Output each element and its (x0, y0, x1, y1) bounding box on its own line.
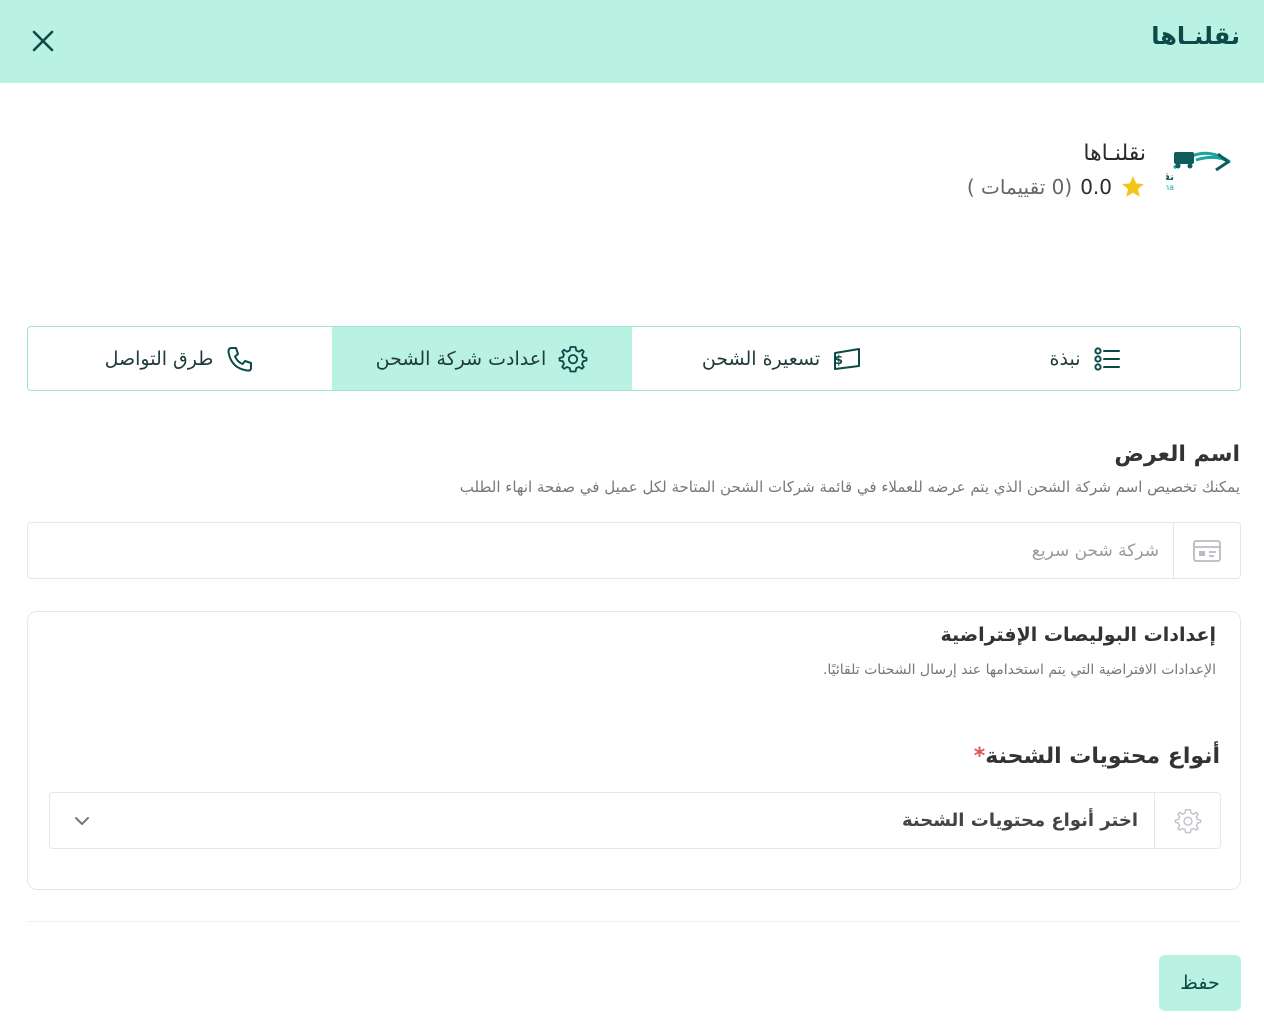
close-icon[interactable] (30, 28, 56, 54)
field-icon-box (1173, 523, 1240, 578)
chevron-down-icon[interactable] (50, 815, 114, 827)
company-logo: نقلناها Naqlnaha (1166, 151, 1231, 192)
list-icon (1094, 346, 1121, 371)
tab-label: تسعيرة الشحن (701, 347, 821, 370)
contents-type-label: أنواع محتويات الشحنة* (974, 744, 1220, 769)
tab-label: نبذة (1049, 347, 1081, 370)
star-icon (1122, 176, 1144, 197)
rating: 0.0 (0 تقييمات ) (967, 174, 1146, 200)
tab-about[interactable]: نبذة (932, 327, 1240, 390)
contents-type-label-text: أنواع محتويات الشحنة (985, 744, 1220, 769)
modal-header: نقلنـاها (0, 0, 1264, 83)
display-name-title: اسم العرض (1114, 442, 1240, 467)
tab-label: اعدادت شركة الشحن (375, 347, 547, 370)
gear-icon (1174, 808, 1201, 833)
phone-icon (227, 346, 253, 372)
display-name-input[interactable] (28, 523, 1173, 578)
tab-bar: نبذة $ تسعيرة الشحن اعدادت شركة الشحن طر… (27, 326, 1241, 391)
logo-text: نقلناها (1166, 172, 1174, 183)
modal-title: نقلنـاها (1151, 22, 1240, 50)
contents-type-select[interactable]: اختر أنواع محتويات الشحنة (49, 792, 1221, 849)
select-placeholder: اختر أنواع محتويات الشحنة (901, 810, 1138, 831)
save-button[interactable]: حفظ (1159, 955, 1241, 1011)
policy-defaults-card: إعدادات البوليصات الإفتراضية الإعدادات ا… (27, 611, 1241, 890)
display-name-field (27, 522, 1241, 579)
required-mark: * (973, 744, 986, 769)
id-card-icon (1193, 539, 1221, 562)
svg-text:$: $ (835, 353, 843, 367)
policy-title: إعدادات البوليصات الإفتراضية (940, 624, 1216, 646)
company-name: نقلنـاها (1083, 141, 1146, 166)
logo-subtext: Naqlnaha (1166, 183, 1174, 192)
rating-count: (0 تقييمات ) (966, 175, 1073, 199)
display-name-description: يمكنك تخصيص اسم شركة الشحن الذي يتم عرضه… (459, 478, 1240, 496)
select-icon-box (1154, 793, 1220, 848)
money-icon: $ (834, 347, 861, 370)
tab-shipping-pricing[interactable]: $ تسعيرة الشحن (632, 327, 932, 390)
company-info: نقلنـاها 0.0 (0 تقييمات ) (967, 140, 1146, 200)
tab-label: طرق التواصل (104, 347, 214, 370)
tab-contact-methods[interactable]: طرق التواصل (28, 327, 332, 390)
tab-shipping-settings[interactable]: اعدادت شركة الشحن (332, 327, 632, 390)
company-summary: نقلناها Naqlnaha نقلنـاها 0.0 (0 تقييمات… (967, 140, 1236, 200)
policy-description: الإعدادات الافتراضية التي يتم استخدامها … (822, 662, 1216, 678)
footer-divider (27, 921, 1241, 922)
rating-value: 0.0 (1080, 175, 1112, 199)
gear-icon (558, 345, 588, 372)
